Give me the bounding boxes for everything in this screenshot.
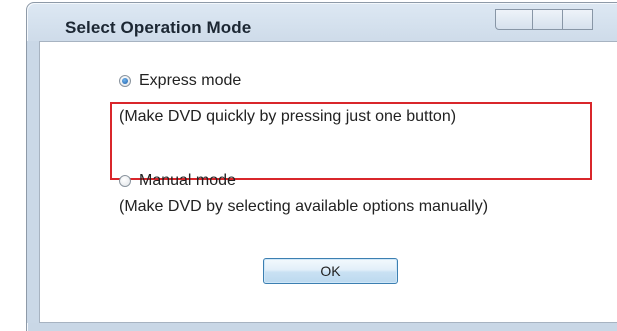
close-button[interactable] [563,9,593,30]
express-mode-description: (Make DVD quickly by pressing just one b… [119,108,457,125]
express-mode-label: Express mode [139,72,242,89]
dialog-title: Select Operation Mode [65,18,252,37]
screen: Select Operation Mode Express mode (Make… [0,0,617,331]
minimize-button[interactable] [495,9,533,30]
manual-mode-radio[interactable] [119,175,131,187]
maximize-button[interactable] [533,9,563,30]
manual-mode-description: (Make DVD by selecting available options… [119,198,489,215]
window-caption-buttons [495,9,593,31]
ok-button[interactable]: OK [263,258,398,284]
dialog-titlebar: Select Operation Mode [27,3,617,41]
manual-mode-option[interactable]: Manual mode [119,172,236,190]
express-mode-radio[interactable] [119,75,131,87]
express-mode-option[interactable]: Express mode [119,72,241,90]
manual-mode-label: Manual mode [139,172,236,189]
window-frame-left [27,41,39,323]
